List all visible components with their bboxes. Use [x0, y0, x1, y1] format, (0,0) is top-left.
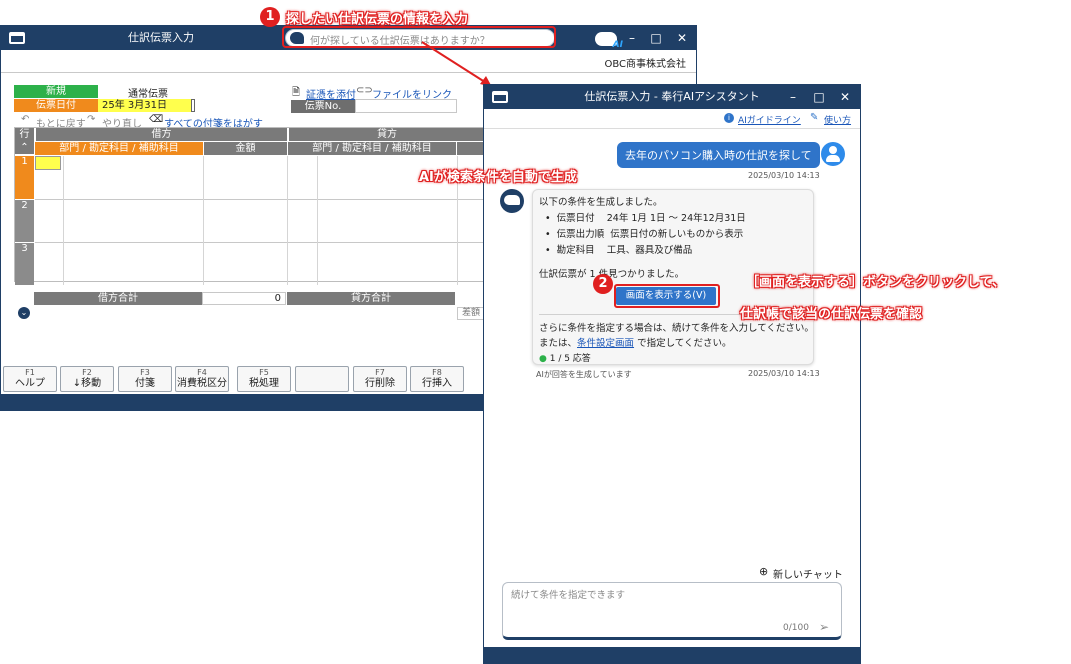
- new-chat-button[interactable]: 新しいチャット: [773, 566, 843, 581]
- ai-generate-annotation: AIが検索条件を自動で生成: [419, 170, 577, 185]
- debit-header: 借方: [35, 128, 287, 141]
- company-name: OBC商事株式会社: [604, 59, 686, 70]
- f7-delete-row-button[interactable]: F7 行削除: [353, 366, 407, 392]
- debit-total-value: 0: [202, 292, 286, 305]
- journal-grid: 行 ⌃ 借方 貸方 部門 / 勘定科目 / 補助科目 金額 部門 / 勘定科目 …: [14, 127, 485, 285]
- debit-amount-col: 金額: [204, 142, 287, 155]
- row-divider: [35, 242, 485, 243]
- tag-icon: ⌫: [149, 114, 164, 125]
- table-row-number[interactable]: 1: [15, 156, 34, 199]
- new-badge: 新規: [14, 85, 98, 98]
- row-header: 行: [15, 128, 34, 141]
- credit-total-label: 貸方合計: [287, 292, 455, 305]
- row-divider: [35, 199, 485, 200]
- date-cursor: [191, 99, 195, 112]
- ai-avatar-icon: [500, 189, 524, 213]
- response-count: ● 1 / 5 応答: [539, 354, 591, 364]
- credit-header: 貸方: [288, 128, 485, 141]
- howto-link[interactable]: 使い方: [824, 113, 851, 126]
- f8-insert-row-button[interactable]: F8 行挿入: [410, 366, 464, 392]
- window-title: 仕訳伝票入力: [128, 31, 194, 44]
- info-icon: i: [724, 113, 734, 123]
- ai-titlebar: 仕訳伝票入力 - 奉行AIアシスタント – □ ✕: [484, 85, 860, 109]
- col-divider: [317, 156, 318, 285]
- credit-amount-col: [457, 142, 485, 155]
- active-cell[interactable]: [35, 156, 61, 170]
- ai-timestamp: 2025/03/10 14:13: [748, 369, 820, 378]
- col-divider: [63, 156, 64, 285]
- col-divider: [287, 156, 288, 285]
- debit-total-label: 借方合計: [34, 292, 202, 305]
- user-avatar-icon: [821, 142, 845, 166]
- table-row-number[interactable]: 2: [15, 200, 34, 242]
- expand-down-icon[interactable]: ⌄: [18, 307, 30, 319]
- search-highlight-box: [282, 26, 556, 48]
- minimize-icon[interactable]: –: [621, 26, 643, 50]
- doc-type[interactable]: 通常伝票: [128, 85, 168, 100]
- step2-annotation-line2: 仕訳帳で該当の仕訳伝票を確認: [740, 307, 923, 322]
- debit-account-col: 部門 / 勘定科目 / 補助科目: [35, 142, 203, 155]
- user-message: 去年のパソコン購入時の仕訳を探して: [617, 142, 820, 168]
- difference-label: 差額: [457, 307, 485, 320]
- close-icon[interactable]: ✕: [671, 26, 693, 50]
- f6-empty-button[interactable]: [295, 366, 349, 392]
- f3-tag-button[interactable]: F3 付箋: [118, 366, 172, 392]
- date-field[interactable]: 25年 3月31日: [98, 99, 193, 112]
- voucher-no-field[interactable]: [355, 99, 457, 113]
- howto-icon: ✎: [810, 112, 819, 123]
- divider: [1, 72, 696, 73]
- condition-item: • 勘定科目 工具、器具及び備品: [545, 245, 693, 256]
- condition-item: • 伝票出力順 伝票日付の新しいものから表示: [545, 229, 744, 240]
- f1-help-button[interactable]: F1 ヘルプ: [3, 366, 57, 392]
- condition-setting-link[interactable]: 条件設定画面: [577, 338, 634, 349]
- f2-move-button[interactable]: F2 ↓移動: [60, 366, 114, 392]
- more-conditions-text: さらに条件を指定する場合は、続けて条件を入力してください。: [539, 323, 814, 334]
- ai-statusbar: [484, 647, 860, 663]
- col-divider: [203, 156, 204, 285]
- ai-generating-note: AIが回答を生成しています: [536, 370, 632, 379]
- voucher-no-label: 伝票No.: [291, 100, 355, 113]
- condition-item: • 伝票日付 24年 1月 1日 ～ 24年12月31日: [545, 213, 746, 224]
- f5-tax-process-button[interactable]: F5 税処理: [237, 366, 291, 392]
- chat-input-placeholder: 続けて条件を指定できます: [511, 590, 626, 601]
- minimize-icon[interactable]: –: [782, 85, 804, 109]
- send-icon[interactable]: ➢: [819, 620, 829, 634]
- maximize-icon[interactable]: □: [645, 26, 667, 50]
- step1-annotation: 探したい仕訳伝票の情報を入力: [286, 12, 469, 27]
- chat-input[interactable]: 続けて条件を指定できます 0/100 ➢: [502, 582, 842, 640]
- ai-guideline-link[interactable]: AIガイドライン: [738, 113, 801, 126]
- close-icon[interactable]: ✕: [834, 85, 856, 109]
- link-icon: ⊂⊃: [356, 85, 373, 96]
- redo-icon: ↷: [87, 114, 96, 125]
- maximize-icon[interactable]: □: [808, 85, 830, 109]
- step2-annotation-line1: ［画面を表示する］ボタンをクリックして、: [746, 275, 1005, 290]
- f4-tax-class-button[interactable]: F4 消費税区分: [175, 366, 229, 392]
- step2-number: 2: [593, 274, 613, 294]
- undo-icon: ↶: [21, 114, 30, 125]
- attach-evidence-link[interactable]: 証憑を添付: [306, 86, 356, 101]
- char-counter: 0/100: [783, 623, 809, 633]
- condition-setting-text: または、条件設定画面 で指定してください。: [539, 338, 732, 349]
- credit-account-col: 部門 / 勘定科目 / 補助科目: [288, 142, 456, 155]
- collapse-icon[interactable]: ⌃: [15, 141, 34, 154]
- user-timestamp: 2025/03/10 14:13: [748, 171, 820, 180]
- button-highlight-box: [614, 284, 720, 308]
- table-row-number[interactable]: 3: [15, 243, 34, 285]
- date-label: 伝票日付: [14, 99, 98, 112]
- ai-cloud-icon[interactable]: AI: [595, 32, 623, 50]
- step1-number: 1: [260, 7, 280, 27]
- plus-icon: ⊕: [759, 565, 769, 578]
- ai-subheader: i AIガイドライン ✎ 使い方: [484, 110, 860, 129]
- reply-intro: 以下の条件を生成しました。: [539, 197, 663, 208]
